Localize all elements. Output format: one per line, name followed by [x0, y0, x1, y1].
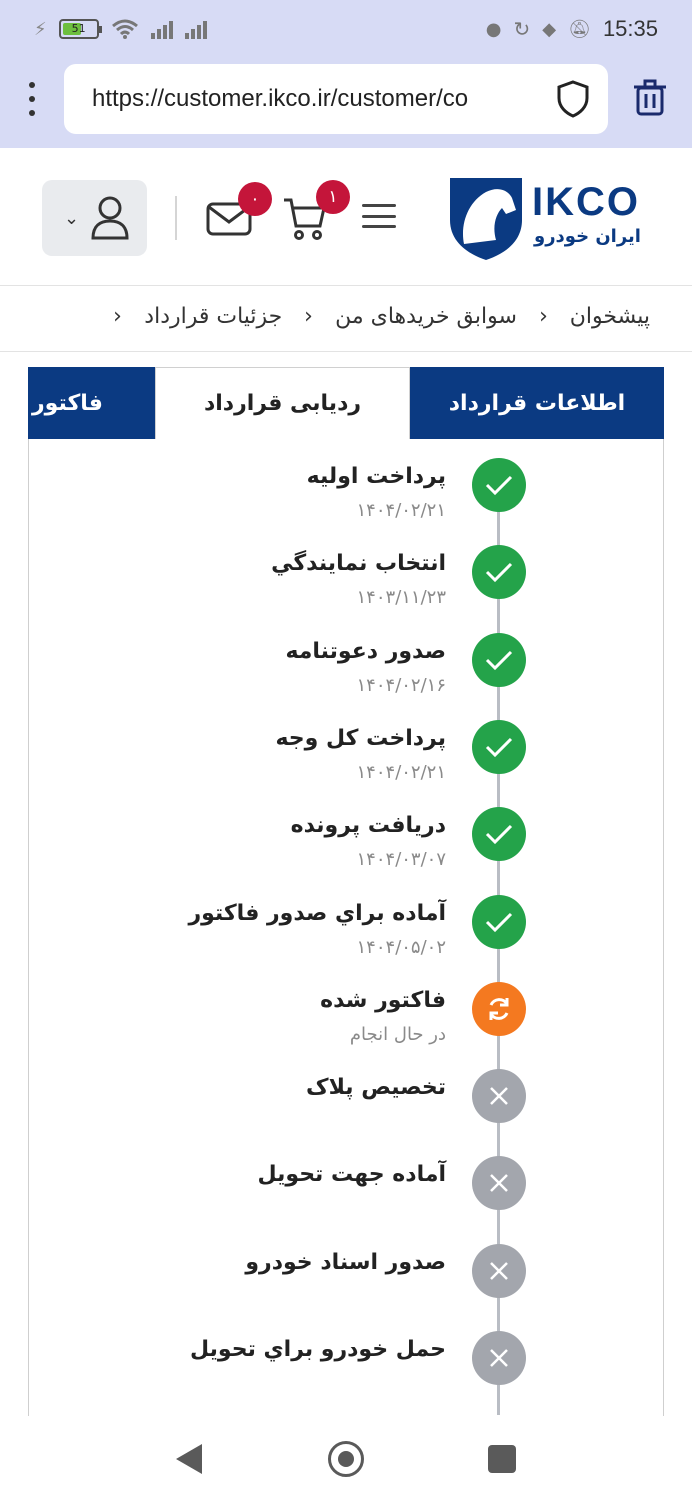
check-icon	[472, 894, 526, 949]
user-menu-button[interactable]: ⌄	[42, 180, 147, 256]
step-date: در حال انجام	[349, 1023, 446, 1045]
header-divider	[175, 196, 177, 240]
menu-dots-icon[interactable]	[20, 82, 44, 116]
messages-badge: ۰	[238, 182, 272, 216]
wifi-icon	[111, 19, 138, 39]
ikco-logo[interactable]: IKCO ایران خودرو	[446, 174, 646, 264]
step-date: ۱۴۰۴/۰۵/۰۲	[356, 936, 446, 958]
close-icon	[472, 1069, 526, 1124]
url-text[interactable]: https://customer.ikco.ir/customer/co	[92, 85, 522, 113]
chevron-left-icon: ›	[538, 304, 548, 329]
step-title: آماده براي صدور فاکتور	[188, 900, 446, 926]
timeline-step: آماده جهت تحويل	[0, 1156, 692, 1236]
cart-badge: ۱	[316, 180, 350, 214]
clock: 15:35	[602, 16, 658, 41]
messages-button[interactable]: ۰	[206, 182, 276, 242]
chat-icon: ◆	[542, 18, 557, 40]
site-header: ⌄ ۰ ۱ IKCO ایران خودرو	[0, 148, 692, 286]
charging-icon: ⚡	[34, 18, 47, 40]
chevron-down-icon: ⌄	[64, 208, 80, 229]
contract-tabs: اطلاعات قرارداد ردیابی قرارداد فاکتور	[28, 367, 664, 439]
timeline-step: پرداخت اوليه ۱۴۰۴/۰۲/۲۱	[0, 458, 692, 538]
timeline-step: صدور دعوتنامه ۱۴۰۴/۰۲/۱۶	[0, 632, 692, 713]
check-icon	[472, 807, 526, 862]
chevron-left-icon: ›	[304, 304, 314, 329]
shield-icon[interactable]	[556, 80, 590, 118]
breadcrumb-home[interactable]: پیشخوان	[570, 304, 650, 329]
step-date: ۱۴۰۴/۰۲/۱۶	[356, 674, 446, 696]
step-title: انتخاب نمايندگي	[271, 551, 446, 577]
check-icon	[472, 632, 526, 687]
logo-subtext: ایران خودرو	[534, 226, 641, 247]
battery-level: 51	[71, 22, 86, 35]
timeline-step: پرداخت کل وجه ۱۴۰۴/۰۲/۲۱	[0, 719, 692, 800]
check-icon	[472, 719, 526, 774]
sync-icon: ↻	[513, 17, 531, 41]
back-icon[interactable]	[176, 1444, 202, 1474]
step-title: پرداخت اوليه	[306, 464, 446, 489]
user-icon	[91, 196, 129, 240]
sync-icon	[472, 981, 526, 1036]
status-right: ● ↻ ◆ 🔕︎ 15:35	[486, 16, 658, 42]
breadcrumb-contract-details[interactable]: جزئیات قرارداد	[144, 304, 282, 329]
status-left: ⚡ 51	[34, 18, 207, 40]
recent-apps-icon[interactable]	[488, 1445, 516, 1473]
timeline-step: دريافت پرونده ۱۴۰۴/۰۳/۰۷	[0, 807, 692, 887]
signal-icon	[150, 19, 173, 39]
step-date: ۱۴۰۴/۰۲/۲۱	[356, 761, 446, 783]
timeline-step: انتخاب نمايندگي ۱۴۰۳/۱۱/۲۳	[0, 545, 692, 625]
check-icon	[472, 458, 526, 512]
timeline-step: تخصيص پلاک	[0, 1069, 692, 1149]
close-icon	[472, 1156, 526, 1211]
close-icon	[472, 1331, 526, 1385]
address-bar[interactable]: https://customer.ikco.ir/customer/co	[64, 64, 608, 134]
cart-button[interactable]: ۱	[282, 180, 354, 242]
tab-contract-tracking[interactable]: ردیابی قرارداد	[155, 367, 410, 439]
step-title: پرداخت کل وجه	[275, 725, 446, 751]
timeline-step: صدور اسناد خودرو	[0, 1243, 692, 1324]
home-icon[interactable]	[328, 1441, 364, 1477]
hamburger-menu-icon[interactable]	[362, 204, 396, 228]
tab-invoice[interactable]: فاکتور	[28, 367, 155, 439]
step-date: ۱۴۰۴/۰۳/۰۷	[356, 849, 446, 871]
system-nav-bar	[0, 1416, 692, 1500]
step-date: ۱۴۰۳/۱۱/۲۳	[356, 587, 446, 609]
close-icon	[472, 1243, 526, 1298]
browser-toolbar: https://customer.ikco.ir/customer/co	[0, 62, 692, 148]
tab-contract-info[interactable]: اطلاعات قرارداد	[410, 367, 664, 439]
logo-text: IKCO	[532, 180, 640, 224]
timeline-step: آماده براي صدور فاکتور ۱۴۰۴/۰۵/۰۲	[0, 894, 692, 975]
chevron-left-icon: ›	[113, 304, 123, 329]
trash-icon[interactable]	[632, 78, 668, 118]
check-icon	[472, 545, 526, 600]
step-date: ۱۴۰۴/۰۲/۲۱	[356, 500, 446, 521]
status-bar: ⚡ 51 ● ↻ ◆ 🔕︎ 15:35	[0, 0, 692, 62]
horse-shield-icon	[450, 178, 522, 260]
notification-icon: ●	[485, 18, 502, 40]
step-title: صدور دعوتنامه	[285, 638, 446, 664]
timeline-step: فاکتور شده در حال انجام	[0, 981, 692, 1062]
mute-icon: 🔕︎	[568, 18, 591, 40]
signal-icon-2	[184, 19, 207, 39]
step-title: آماده جهت تحويل	[257, 1162, 447, 1188]
breadcrumb-purchases[interactable]: سوابق خریدهای من	[335, 304, 517, 329]
breadcrumb: پیشخوان › سوابق خریدهای من › جزئیات قرار…	[0, 288, 692, 352]
step-title: صدور اسناد خودرو	[245, 1249, 446, 1275]
step-title: تخصيص پلاک	[306, 1075, 446, 1101]
step-title: دريافت پرونده	[290, 813, 446, 839]
timeline-step: حمل خودرو براي تحويل	[0, 1331, 692, 1411]
step-title: فاکتور شده	[320, 987, 446, 1013]
battery-icon: 51	[58, 19, 102, 39]
step-title: حمل خودرو براي تحويل	[190, 1337, 446, 1362]
